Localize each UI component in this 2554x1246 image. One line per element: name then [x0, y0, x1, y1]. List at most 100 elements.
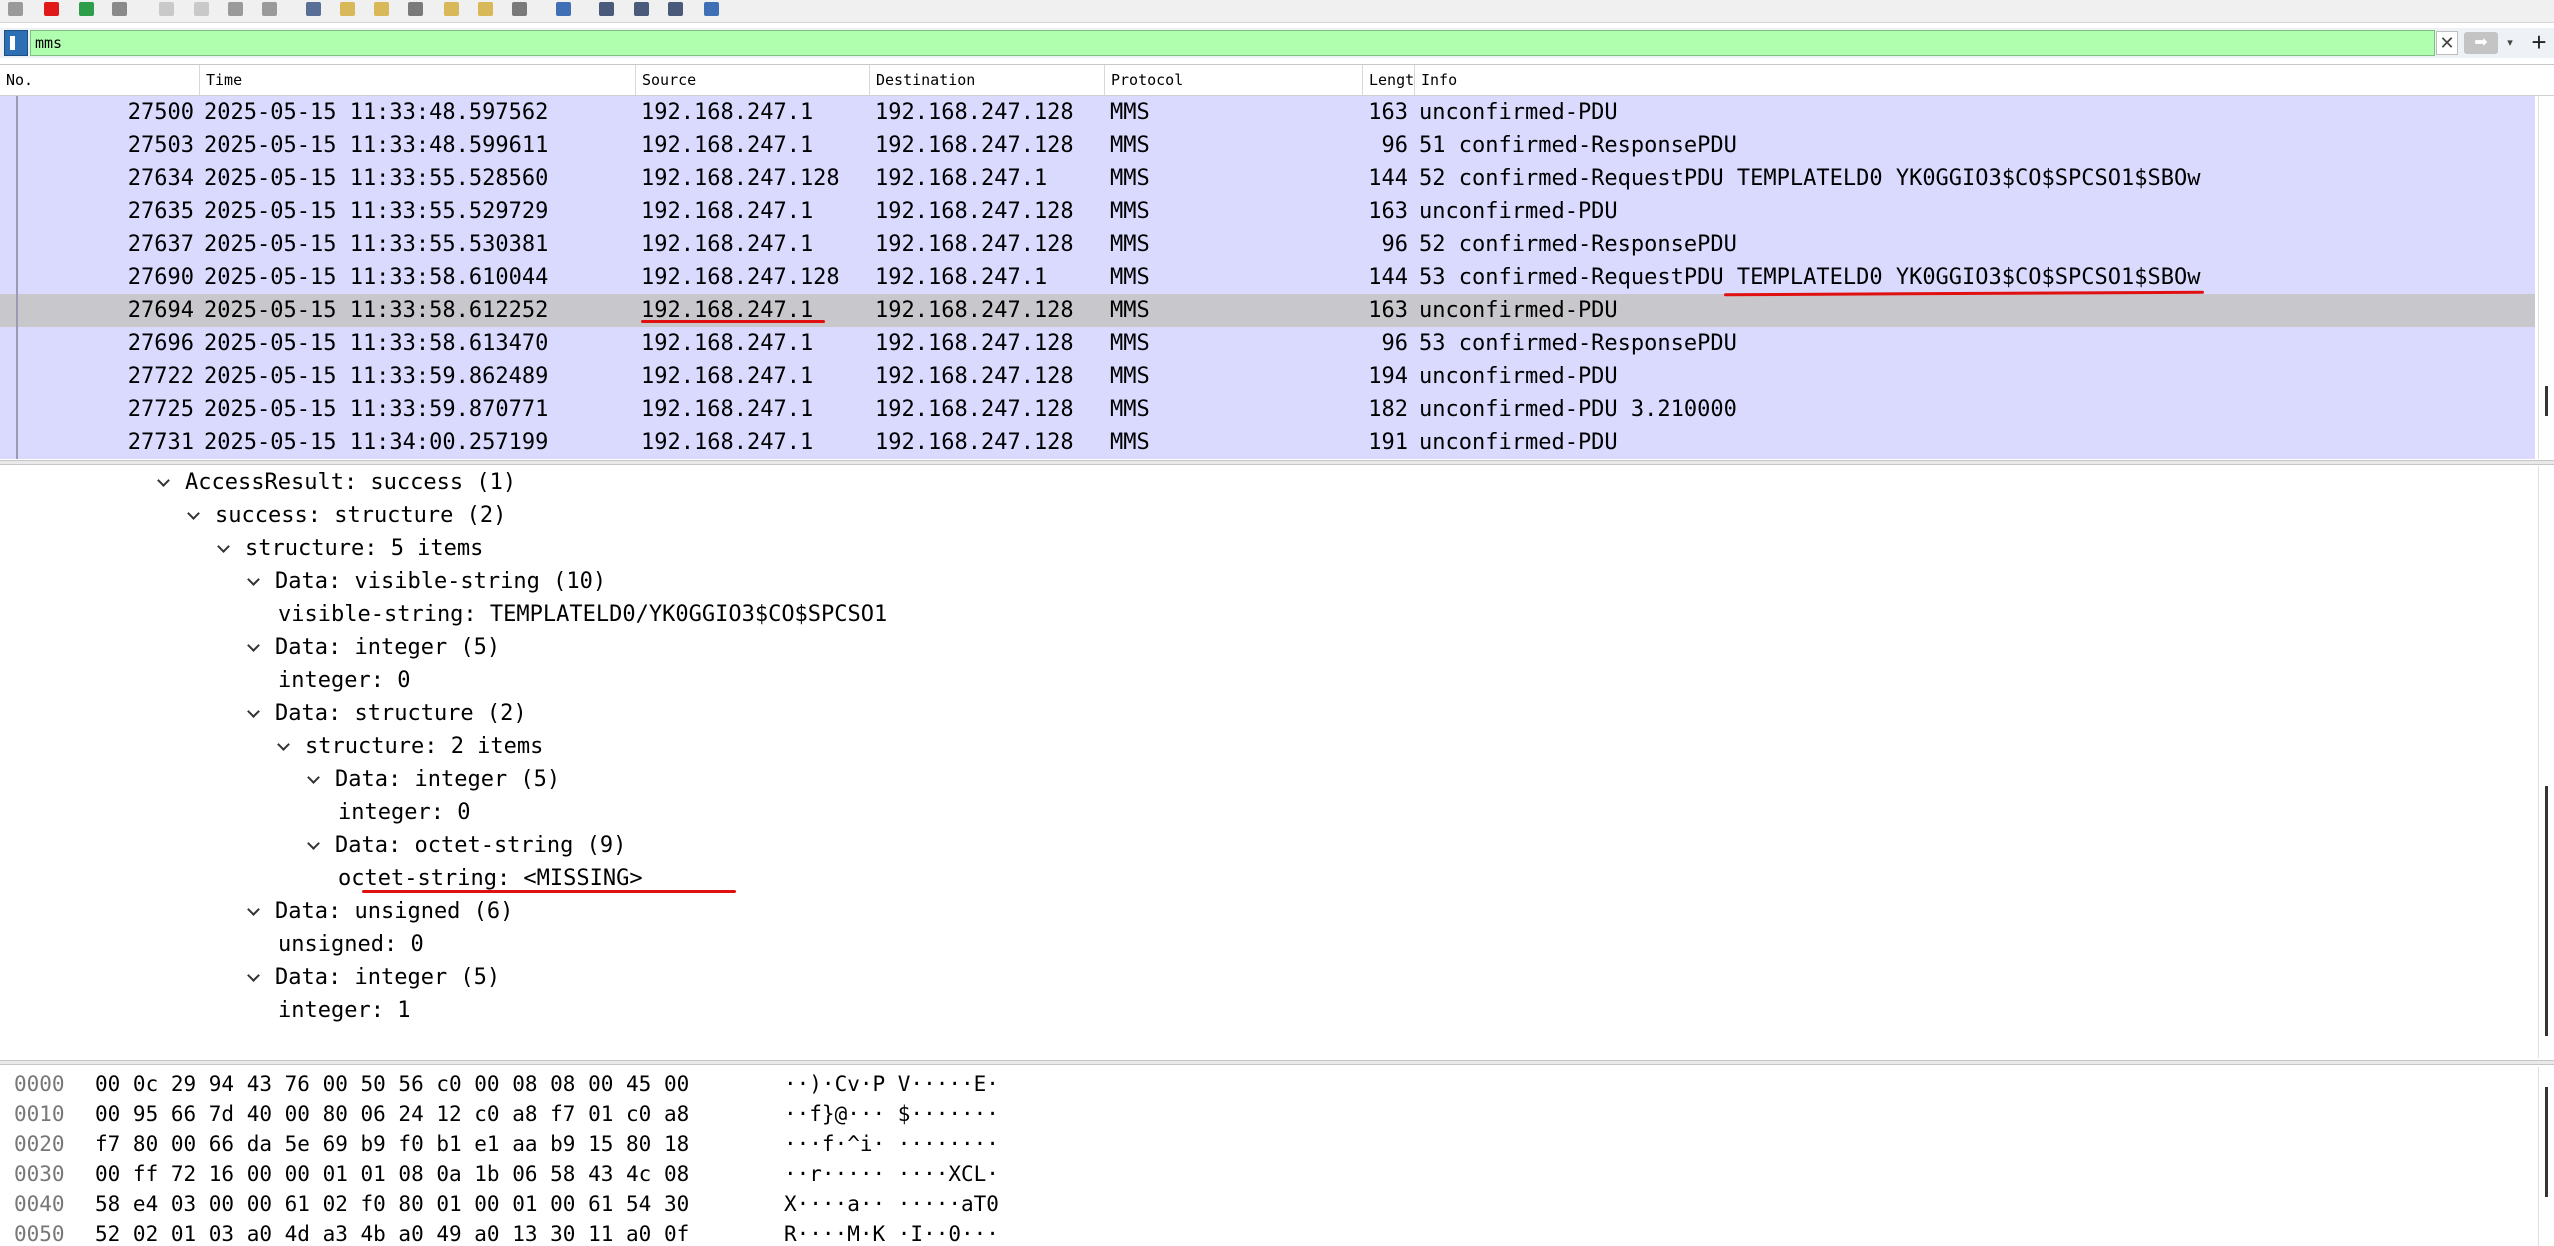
filter-bookmark-icon[interactable] — [4, 30, 28, 56]
packet-cell-len: 163 — [1368, 100, 1408, 125]
toolbar-button-colorize[interactable] — [552, 0, 574, 18]
packet-row[interactable]: 27690 2025-05-15 11:33:58.610044 192.168.2… — [0, 261, 2535, 294]
packet-cell-dst: 192.168.247.1 — [875, 265, 1048, 290]
details-scrollbar[interactable] — [2538, 466, 2554, 1058]
column-header-source[interactable]: Source — [636, 65, 870, 95]
toolbar-button-go-back[interactable] — [336, 0, 358, 18]
toolbar-button-go-first-packet[interactable] — [440, 0, 462, 18]
expand-chevron-down-icon[interactable] — [158, 476, 170, 488]
toolbar-button-go-to-packet[interactable] — [404, 0, 426, 18]
close-file-icon — [227, 2, 243, 16]
packet-cell-src: 192.168.247.1 — [641, 232, 814, 257]
toolbar-button-find-packet[interactable] — [302, 0, 324, 18]
column-header-time[interactable]: Time — [200, 65, 636, 95]
bytes-row[interactable]: 0010 00 95 66 7d 40 00 80 06 24 12 c0 a8 … — [0, 1099, 2530, 1129]
expand-chevron-down-icon[interactable] — [248, 971, 260, 983]
toolbar-button-zoom-out[interactable] — [630, 0, 652, 18]
bytes-row[interactable]: 0040 58 e4 03 00 00 61 02 f0 80 01 00 01 … — [0, 1189, 2530, 1219]
toolbar-button-zoom-in[interactable] — [595, 0, 617, 18]
filter-history-dropdown-icon[interactable]: ▾ — [2500, 32, 2520, 54]
packet-cell-info: unconfirmed-PDU 3.210000 — [1419, 397, 1737, 422]
tree-item-label: integer: 0 — [278, 668, 411, 693]
related-packet-indicator — [16, 96, 18, 459]
packet-list-header: No. Time Source Destination Protocol Len… — [0, 65, 2554, 96]
packet-list-scroll-thumb[interactable] — [2545, 386, 2548, 416]
toolbar-button-restart-capture[interactable] — [75, 0, 97, 18]
column-header-no[interactable]: No. — [0, 65, 200, 95]
toolbar-button-go-forward[interactable] — [370, 0, 392, 18]
packet-cell-info: unconfirmed-PDU — [1419, 364, 1618, 389]
packet-list-scrollbar[interactable] — [2538, 96, 2554, 459]
packet-cell-len: 191 — [1368, 430, 1408, 455]
bytes-offset: 0010 — [14, 1102, 65, 1126]
clear-filter-icon[interactable]: ✕ — [2436, 31, 2458, 55]
packet-row[interactable]: 27634 2025-05-15 11:33:55.528560 192.168.2… — [0, 162, 2535, 195]
packet-row[interactable]: 27696 2025-05-15 11:33:58.613470 192.168.2… — [0, 327, 2535, 360]
bytes-row[interactable]: 0030 00 ff 72 16 00 00 01 01 08 0a 1b 06 … — [0, 1159, 2530, 1189]
pane-splitter-top[interactable] — [0, 460, 2554, 465]
expand-chevron-down-icon[interactable] — [278, 740, 290, 752]
toolbar-button-resize-columns[interactable] — [700, 0, 722, 18]
display-filter-input[interactable] — [30, 30, 2435, 56]
packet-row[interactable]: 27722 2025-05-15 11:33:59.862489 192.168.2… — [0, 360, 2535, 393]
apply-filter-icon[interactable]: ➡ — [2464, 32, 2498, 54]
packet-row[interactable]: 27731 2025-05-15 11:34:00.257199 192.168.2… — [0, 426, 2535, 459]
tree-item-label: structure: 2 items — [305, 734, 544, 759]
packet-row[interactable]: 27637 2025-05-15 11:33:55.530381 192.168.2… — [0, 228, 2535, 261]
toolbar-button-save-file[interactable] — [190, 0, 212, 18]
stop-capture-icon — [43, 2, 59, 16]
column-header-protocol[interactable]: Protocol — [1105, 65, 1363, 95]
packet-row[interactable]: 27500 2025-05-15 11:33:48.597562 192.168.2… — [0, 96, 2535, 129]
column-header-info[interactable]: Info — [1415, 65, 2535, 95]
column-header-length[interactable]: Lengt — [1363, 65, 1415, 95]
bytes-row[interactable]: 0000 00 0c 29 94 43 76 00 50 56 c0 00 08 … — [0, 1069, 2530, 1099]
toolbar-button-capture-options[interactable] — [108, 0, 130, 18]
column-header-destination[interactable]: Destination — [870, 65, 1105, 95]
packet-cell-src: 192.168.247.1 — [641, 331, 814, 356]
packet-cell-info: unconfirmed-PDU — [1419, 199, 1618, 224]
go-to-packet-icon — [407, 2, 423, 16]
packet-cell-len: 144 — [1368, 265, 1408, 290]
toolbar-button-stop-capture[interactable] — [40, 0, 62, 18]
toolbar-button-go-last-packet[interactable] — [474, 0, 496, 18]
expand-chevron-down-icon[interactable] — [248, 905, 260, 917]
add-filter-button-icon[interactable]: + — [2527, 28, 2551, 58]
packet-cell-no: 27634 — [127, 166, 194, 191]
packet-cell-proto: MMS — [1110, 166, 1150, 191]
colorize-icon — [555, 2, 571, 16]
expand-chevron-down-icon[interactable] — [248, 641, 260, 653]
packet-cell-no: 27635 — [127, 199, 194, 224]
bytes-hex: 00 ff 72 16 00 00 01 01 08 0a 1b 06 58 4… — [95, 1162, 690, 1186]
expand-chevron-down-icon[interactable] — [248, 575, 260, 587]
bytes-scrollbar[interactable] — [2538, 1067, 2554, 1246]
packet-cell-dst: 192.168.247.128 — [875, 331, 1074, 356]
bytes-scroll-thumb[interactable] — [2545, 1087, 2548, 1197]
bytes-row[interactable]: 0020 f7 80 00 66 da 5e 69 b9 f0 b1 e1 aa … — [0, 1129, 2530, 1159]
packet-cell-no: 27503 — [127, 133, 194, 158]
details-scroll-thumb[interactable] — [2545, 786, 2548, 1036]
packet-row[interactable]: 27635 2025-05-15 11:33:55.529729 192.168.2… — [0, 195, 2535, 228]
toolbar-button-reload-file[interactable] — [258, 0, 280, 18]
packet-row[interactable]: 27725 2025-05-15 11:33:59.870771 192.168.2… — [0, 393, 2535, 426]
packet-list-pane: No. Time Source Destination Protocol Len… — [0, 64, 2554, 461]
packet-cell-dst: 192.168.247.1 — [875, 166, 1048, 191]
bytes-hex: f7 80 00 66 da 5e 69 b9 f0 b1 e1 aa b9 1… — [95, 1132, 690, 1156]
bytes-row[interactable]: 0050 52 02 01 03 a0 4d a3 4b a0 49 a0 13 … — [0, 1219, 2530, 1246]
packet-cell-time: 2025-05-15 11:33:55.530381 — [204, 232, 549, 257]
toolbar-button-shark-fin-start[interactable] — [4, 0, 26, 18]
tree-item-label: success: structure (2) — [215, 503, 507, 528]
toolbar-button-normal-size[interactable] — [664, 0, 686, 18]
packet-cell-proto: MMS — [1110, 364, 1150, 389]
expand-chevron-down-icon[interactable] — [308, 773, 320, 785]
packet-cell-proto: MMS — [1110, 430, 1150, 455]
expand-chevron-down-icon[interactable] — [218, 542, 230, 554]
expand-chevron-down-icon[interactable] — [188, 509, 200, 521]
toolbar-button-close-file[interactable] — [224, 0, 246, 18]
pane-splitter-bottom[interactable] — [0, 1060, 2554, 1065]
toolbar-button-auto-scroll[interactable] — [508, 0, 530, 18]
packet-row[interactable]: 27503 2025-05-15 11:33:48.599611 192.168.2… — [0, 129, 2535, 162]
packet-row-selected[interactable]: 27694 2025-05-15 11:33:58.612252 192.168.2… — [0, 294, 2535, 327]
expand-chevron-down-icon[interactable] — [308, 839, 320, 851]
toolbar-button-open-file[interactable] — [155, 0, 177, 18]
expand-chevron-down-icon[interactable] — [248, 707, 260, 719]
